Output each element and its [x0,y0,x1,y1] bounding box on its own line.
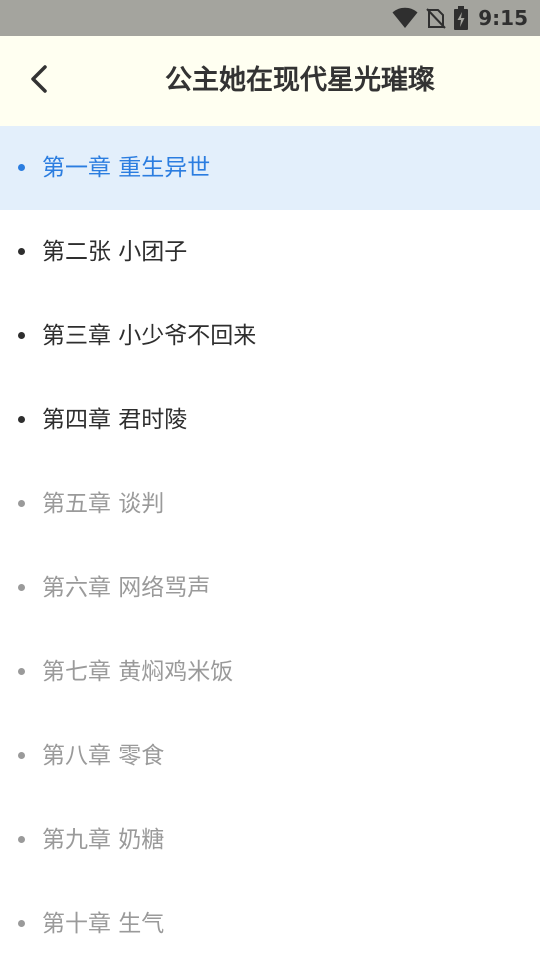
bullet-dot-icon [18,668,25,675]
chapter-item-2[interactable]: 第二张 小团子 [0,210,540,294]
no-sim-icon [426,7,446,29]
chapter-item-6[interactable]: 第六章 网络骂声 [0,546,540,630]
chapter-label: 第八章 零食 [42,743,165,769]
bullet-dot-icon [18,584,25,591]
bullet-dot-icon [18,752,25,759]
chapter-item-8[interactable]: 第八章 零食 [0,714,540,798]
chapter-label: 第九章 奶糖 [42,827,165,853]
page-title: 公主她在现代星光璀璨 [165,65,435,96]
bullet-dot-icon [18,836,25,843]
chapter-label: 第二张 小团子 [42,239,188,265]
bullet-dot-icon [18,920,25,927]
chevron-left-icon [27,64,51,98]
bullet-dot-icon [18,332,25,339]
chapter-list: 第一章 重生异世 第二张 小团子 第三章 小少爷不回来 第四章 君时陵 第五章 … [0,126,540,966]
wifi-icon [392,7,418,29]
chapter-item-4[interactable]: 第四章 君时陵 [0,378,540,462]
battery-charging-icon [454,6,469,30]
chapter-label: 第五章 谈判 [42,491,165,517]
back-button[interactable] [14,56,64,106]
chapter-item-3[interactable]: 第三章 小少爷不回来 [0,294,540,378]
chapter-label: 第三章 小少爷不回来 [42,323,257,349]
chapter-label: 第七章 黄焖鸡米饭 [42,659,234,685]
chapter-item-9[interactable]: 第九章 奶糖 [0,798,540,882]
bullet-dot-icon [18,500,25,507]
bullet-dot-icon [18,164,25,171]
chapter-label: 第四章 君时陵 [42,407,188,433]
chapter-label: 第十章 生气 [42,911,165,937]
chapter-item-5[interactable]: 第五章 谈判 [0,462,540,546]
chapter-label: 第六章 网络骂声 [42,575,211,601]
chapter-item-10[interactable]: 第十章 生气 [0,882,540,966]
chapter-label: 第一章 重生异世 [42,155,211,181]
bullet-dot-icon [18,416,25,423]
status-time: 9:15 [478,6,528,30]
status-icons: 9:15 [392,0,528,36]
app-bar: 公主她在现代星光璀璨 [0,36,540,126]
status-bar: 9:15 [0,0,540,36]
bullet-dot-icon [18,248,25,255]
chapter-item-1[interactable]: 第一章 重生异世 [0,126,540,210]
chapter-item-7[interactable]: 第七章 黄焖鸡米饭 [0,630,540,714]
